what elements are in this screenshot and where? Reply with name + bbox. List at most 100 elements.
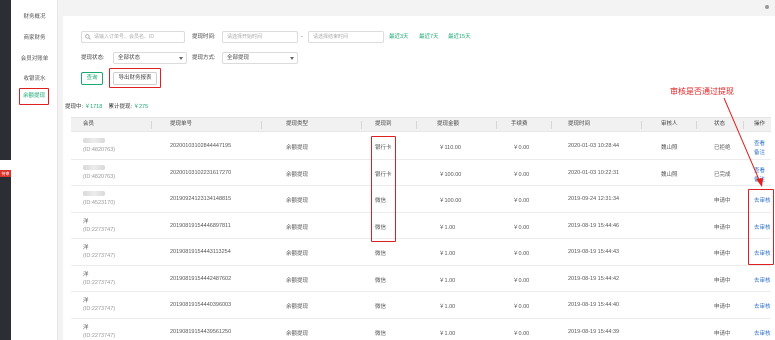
withdraw-status: 申请中 xyxy=(714,198,731,204)
withdraw-stats: 提现中: ￥1718 累计提现: ￥275 xyxy=(65,102,148,110)
review-link[interactable]: 去审核 xyxy=(754,329,771,337)
pending-review-tag[interactable]: 待审核 xyxy=(0,170,11,177)
col-divider xyxy=(743,121,744,129)
table-row: 洋 (ID:2273747) 20190819154440396003 余额提现 微信 ￥… xyxy=(71,292,771,319)
withdraw-type: 余额提现 xyxy=(286,251,309,257)
method-select[interactable]: 全部提现 xyxy=(222,52,298,64)
col-header-type: 提现类型 xyxy=(286,121,309,127)
remark-link[interactable]: 备注 xyxy=(754,175,765,183)
withdraw-fee: ￥0.00 xyxy=(513,171,530,178)
query-button[interactable]: 查询 xyxy=(81,72,103,85)
view-link[interactable]: 查看 xyxy=(754,166,765,174)
total-value: ￥275 xyxy=(133,104,149,110)
col-divider xyxy=(551,121,552,129)
total-label: 累计提现: xyxy=(108,104,132,110)
order-number: 20190819154446897811 xyxy=(170,222,231,229)
withdraw-amount: ￥1.00 xyxy=(439,330,456,337)
table-row: 洋 (ID:2273747) 20190819154443113254 余额提现 微信 ￥… xyxy=(71,239,771,266)
sidebar-item-merchant-finance[interactable]: 商家财务 xyxy=(11,33,58,41)
remark-link[interactable]: 备注 xyxy=(754,148,765,156)
withdraw-status-label: 提现状态: xyxy=(81,55,105,61)
withdraw-amount: ￥110.00 xyxy=(439,145,461,151)
col-divider xyxy=(641,121,642,129)
table-row: (ID:4820763) 20200103102231617270 余额提现 银行卡 ￥… xyxy=(71,160,771,186)
member-id: (ID:4523170) xyxy=(83,200,116,206)
withdraw-time-label: 提现时间: xyxy=(192,34,216,40)
withdraw-amount: ￥1.00 xyxy=(439,277,456,284)
withdraw-to: 微信 xyxy=(375,251,387,257)
withdraw-fee: ￥0.00 xyxy=(513,198,530,204)
sidebar-item-cashier-flow[interactable]: 收银流水 xyxy=(11,74,58,82)
withdraw-amount: ￥1.00 xyxy=(439,304,456,310)
chevron-down-icon xyxy=(290,57,294,60)
member-name: 洋 xyxy=(83,245,89,251)
withdraw-type: 余额提现 xyxy=(286,304,309,310)
withdraw-time: 2020-01-03 10:22:31 xyxy=(568,169,620,176)
member-avatar-blurred xyxy=(83,138,105,143)
sidebar-item-member-statement[interactable]: 会员对账单 xyxy=(11,54,58,62)
quick-15-days[interactable]: 最近15天 xyxy=(448,31,471,43)
withdraw-time: 2020-01-03 10:28:44 xyxy=(568,143,620,149)
withdraw-time: 2019-08-19 15:44:46 xyxy=(568,222,620,229)
col-header-to: 提现到 xyxy=(375,121,392,127)
withdraw-time: 2019-09-24 12:31:34 xyxy=(568,196,620,202)
withdraw-time: 2019-08-19 15:44:42 xyxy=(568,275,620,282)
withdraw-status: 已完成 xyxy=(714,171,731,178)
view-link[interactable]: 查看 xyxy=(754,139,765,147)
withdraw-amount: ￥100.00 xyxy=(439,171,462,178)
app-root: 待审核 财务概况 商家财务 会员对账单 收银流水 余额提现 请输入订单号、会员名… xyxy=(0,0,775,340)
table-row: (ID:4523170) 20190924123134148815 余额提现 微信 ￥1… xyxy=(71,186,771,213)
withdraw-fee: ￥0.00 xyxy=(513,251,530,257)
withdraw-amount: ￥1.00 xyxy=(439,224,456,231)
review-link[interactable]: 去审核 xyxy=(754,302,771,310)
col-header-ops: 操作 xyxy=(754,121,766,127)
search-icon xyxy=(85,34,91,40)
end-date-input[interactable]: 请选择结束时间 xyxy=(308,31,384,43)
table-header: 会员 提现单号 提现类型 提现到 提现金额 手续费 提现时间 审核人 状态 操作 xyxy=(71,117,771,132)
withdraw-fee: ￥0.00 xyxy=(513,304,530,310)
member-id: (ID:2273747) xyxy=(83,279,116,286)
table-row: 洋 (ID:2273747) 20190819154446897811 余额提现 微信 ￥… xyxy=(71,213,771,239)
start-date-input[interactable]: 请选择开始时间 xyxy=(222,31,298,43)
quick-3-days[interactable]: 最近3天 xyxy=(389,31,409,43)
sidebar-item-finance-overview[interactable]: 财务概况 xyxy=(11,12,58,20)
withdraw-type: 余额提现 xyxy=(286,145,309,151)
withdrawing-label: 提现中: xyxy=(65,104,84,110)
member-id: (ID:2273747) xyxy=(83,253,116,259)
withdraw-fee: ￥0.00 xyxy=(513,277,530,284)
withdraw-to: 微信 xyxy=(375,330,387,337)
order-number: 20190819154442487602 xyxy=(170,275,232,282)
col-header-amount: 提现金额 xyxy=(437,121,460,127)
col-header-status: 状态 xyxy=(714,121,726,127)
quick-7-days[interactable]: 最近7天 xyxy=(419,31,439,43)
member-id: (ID:2273747) xyxy=(83,306,116,312)
withdraw-status: 申请中 xyxy=(714,224,731,231)
order-number: 20200103102231617270 xyxy=(170,169,232,176)
col-header-order-no: 提现单号 xyxy=(170,121,193,127)
review-action-highlight-box xyxy=(748,189,774,265)
withdraw-status: 申请中 xyxy=(714,304,731,310)
left-dark-rail: 待审核 xyxy=(0,0,11,340)
member-name: 洋 xyxy=(83,324,89,331)
status-select-value: 全部状态 xyxy=(118,55,141,61)
withdraw-time: 2019-08-19 15:44:39 xyxy=(568,328,620,335)
date-range-dash: - xyxy=(301,34,303,40)
more-icon[interactable] xyxy=(765,5,769,9)
withdraw-fee: ￥0.00 xyxy=(513,224,530,231)
status-select[interactable]: 全部状态 xyxy=(113,52,187,64)
col-header-auditor: 审核人 xyxy=(661,121,678,127)
withdraw-type: 余额提现 xyxy=(286,224,309,231)
member-name: 洋 xyxy=(83,271,89,278)
auditor-name: 魏山照 xyxy=(661,171,678,178)
sidebar-item-balance-withdrawal[interactable]: 余额提现 xyxy=(19,88,49,105)
col-divider xyxy=(151,121,152,129)
search-input[interactable]: 请输入订单号、会员名、ID xyxy=(81,31,185,43)
col-header-time: 提现时间 xyxy=(568,121,591,127)
member-id: (ID:2273747) xyxy=(83,332,116,339)
member-avatar-blurred xyxy=(83,164,105,170)
member-name: 洋 xyxy=(83,298,89,304)
review-link[interactable]: 去审核 xyxy=(754,276,771,284)
order-number: 20190924123134148815 xyxy=(170,196,232,202)
auditor-name: 魏山照 xyxy=(661,145,678,151)
withdraw-amount: ￥100.00 xyxy=(439,198,462,204)
